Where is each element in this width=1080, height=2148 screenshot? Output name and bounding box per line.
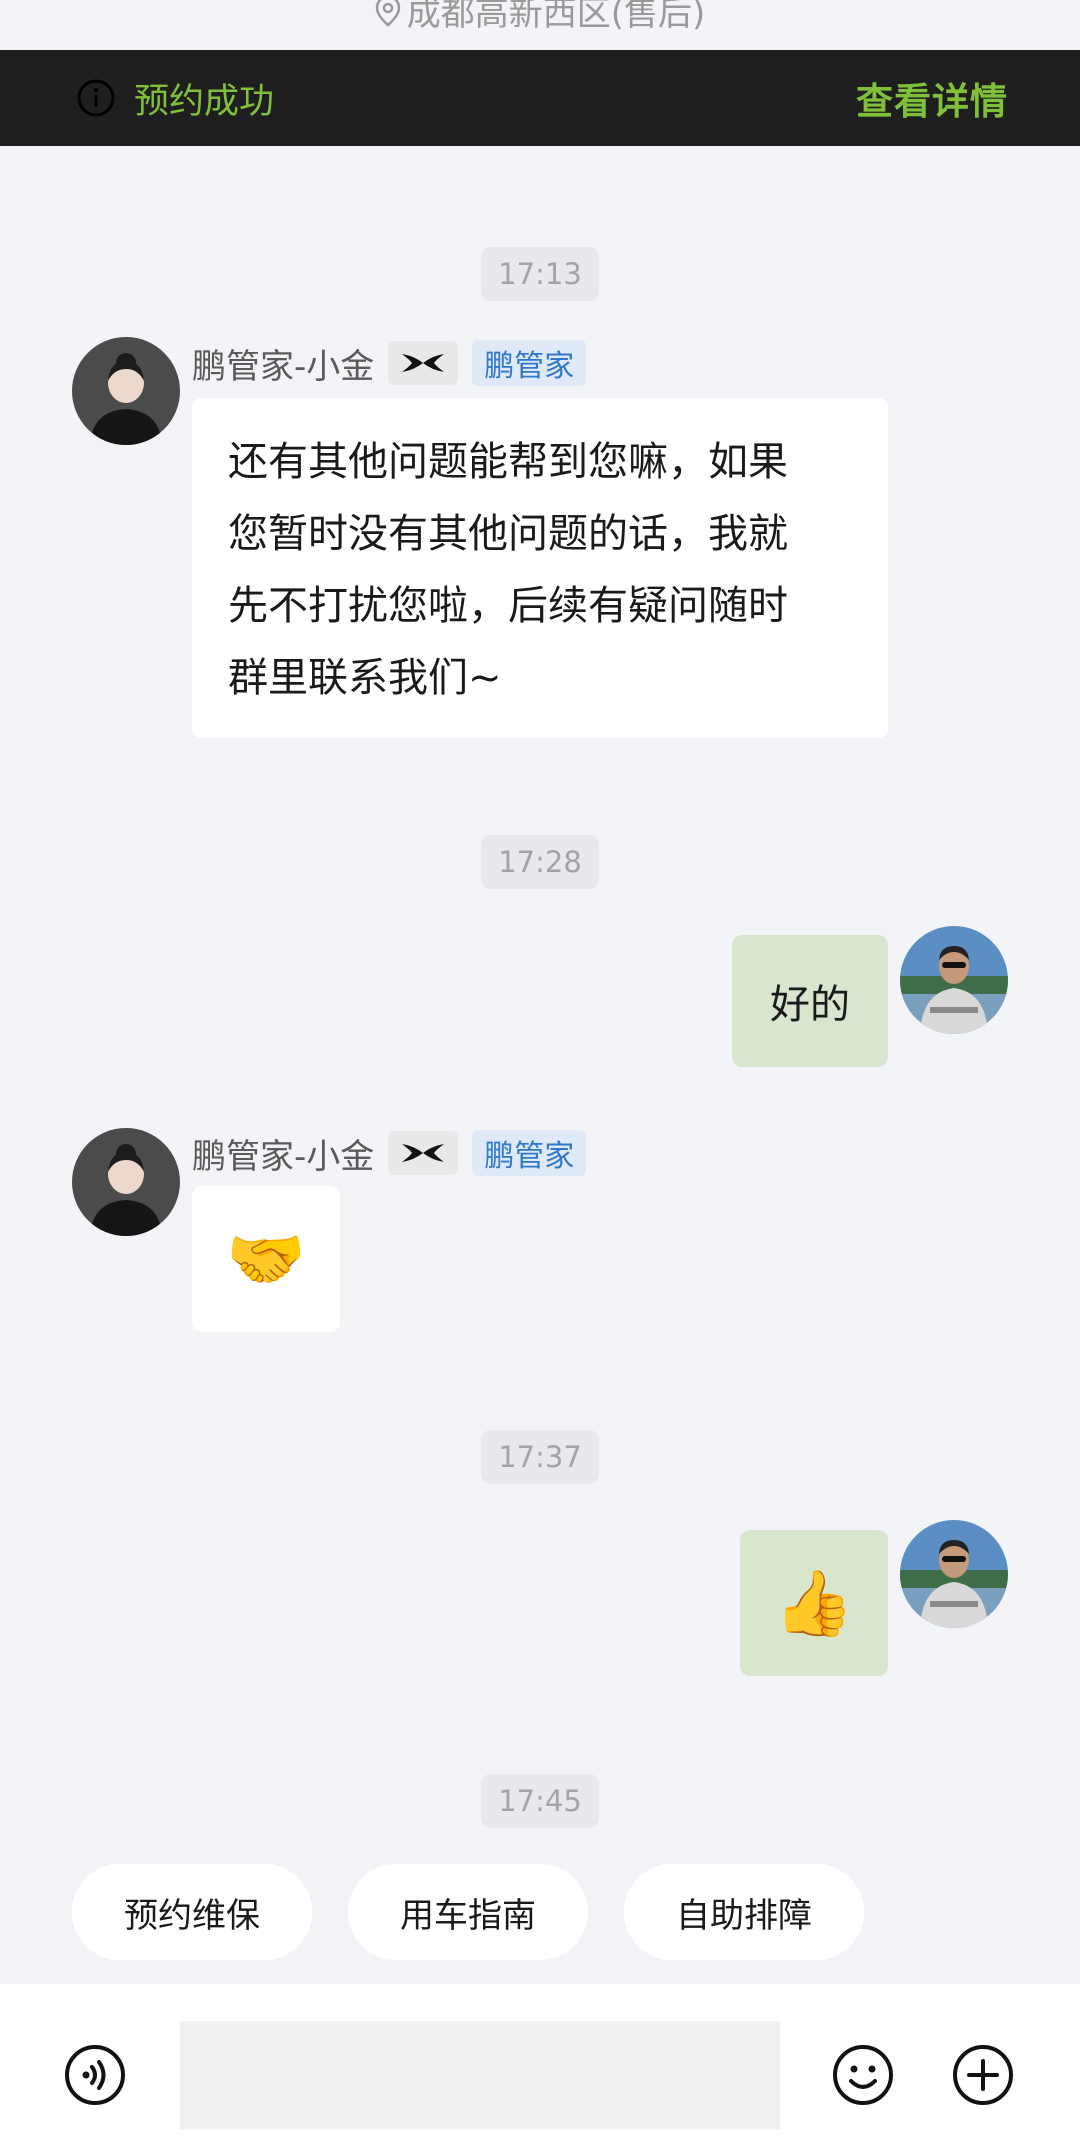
handshake-emoji: 🤝 <box>226 1222 306 1297</box>
sender-line: 鹏管家-小金 鹏管家 <box>192 1128 587 1178</box>
my-avatar[interactable] <box>900 926 1008 1034</box>
location-pin-icon <box>375 0 400 27</box>
my-emoji-message-bubble[interactable]: 👍 <box>740 1530 888 1676</box>
timestamp: 17:45 <box>481 1774 599 1828</box>
booking-banner: 预约成功 查看详情 <box>0 50 1080 146</box>
emoji-message-bubble[interactable]: 🤝 <box>192 1186 340 1332</box>
store-location: 成都高新西区(售后) <box>0 0 1080 50</box>
my-avatar[interactable] <box>900 1520 1008 1628</box>
info-icon <box>77 79 115 117</box>
timestamp: 17:28 <box>481 835 599 889</box>
sender-name: 鹏管家-小金 <box>192 1136 375 1177</box>
booking-status: 预约成功 <box>134 81 275 122</box>
smiley-icon[interactable] <box>830 2042 896 2108</box>
location-text: 成都高新西区(售后) <box>406 0 706 34</box>
role-tag: 鹏管家 <box>472 1130 587 1176</box>
quick-reply-guide[interactable]: 用车指南 <box>348 1864 588 1960</box>
sender-name: 鹏管家-小金 <box>192 346 375 387</box>
brand-logo-icon <box>388 1131 459 1175</box>
voice-icon[interactable] <box>62 2042 128 2108</box>
quick-reply-maintenance[interactable]: 预约维保 <box>72 1864 312 1960</box>
timestamp: 17:13 <box>481 247 599 301</box>
plus-icon[interactable] <box>950 2042 1016 2108</box>
quick-reply-troubleshoot[interactable]: 自助排障 <box>624 1864 864 1960</box>
message-text: 还有其他问题能帮到您嘛，如果 您暂时没有其他问题的话，我就 先不打扰您啦，后续有… <box>228 439 788 701</box>
timestamp: 17:37 <box>481 1430 599 1484</box>
brand-logo-icon <box>388 341 459 385</box>
thumbs-up-emoji: 👍 <box>774 1566 854 1641</box>
input-bar <box>0 1984 1080 2148</box>
message-input[interactable] <box>180 2021 780 2129</box>
sender-line: 鹏管家-小金 鹏管家 <box>192 338 587 388</box>
my-message-bubble[interactable]: 好的 <box>732 935 888 1067</box>
message-bubble[interactable]: 还有其他问题能帮到您嘛，如果 您暂时没有其他问题的话，我就 先不打扰您啦，后续有… <box>192 398 888 738</box>
agent-avatar[interactable] <box>72 337 180 445</box>
view-details-link[interactable]: 查看详情 <box>856 71 1008 125</box>
role-tag: 鹏管家 <box>472 340 587 386</box>
agent-avatar[interactable] <box>72 1128 180 1236</box>
message-text: 好的 <box>770 982 850 1028</box>
